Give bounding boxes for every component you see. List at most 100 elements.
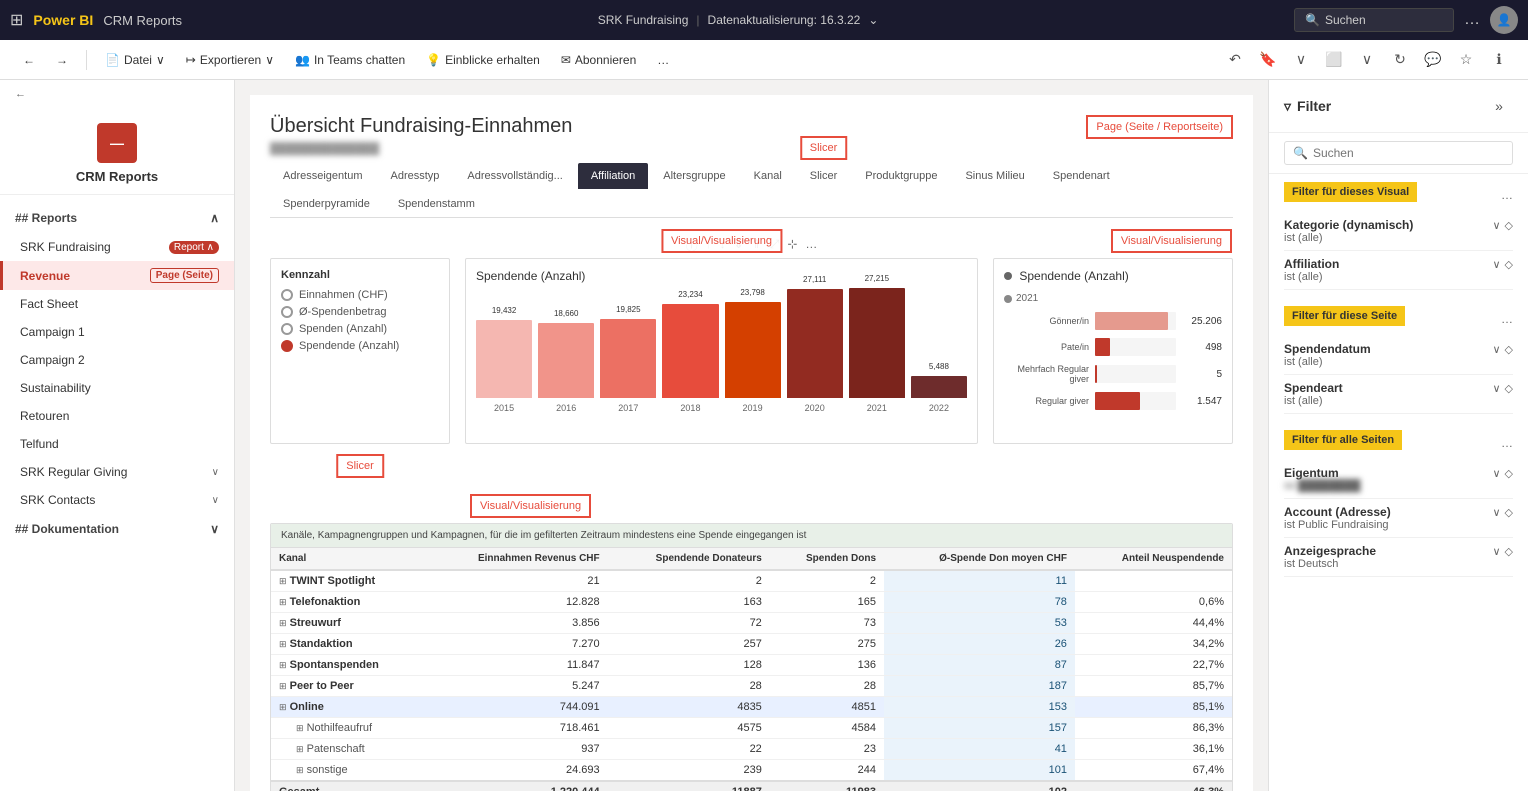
filter-search-box[interactable]: 🔍 bbox=[1284, 141, 1513, 165]
table-row[interactable]: ⊞ Nothilfeaufruf718.4614575458415786,3% bbox=[271, 718, 1232, 739]
bar-wrap-2016[interactable]: 18,660 2016 bbox=[538, 323, 594, 413]
bar-2020[interactable]: 27,111 bbox=[787, 289, 843, 398]
toolbar-more-button[interactable]: … bbox=[649, 49, 677, 71]
kpi-option-einnahmen[interactable]: Einnahmen (CHF) bbox=[281, 289, 439, 301]
clear-icon[interactable]: ◇ bbox=[1505, 545, 1513, 558]
sidebar-item-srk-contacts[interactable]: SRK Contacts ∨ bbox=[0, 486, 234, 514]
global-search-box[interactable]: 🔍 Suchen bbox=[1294, 8, 1454, 32]
bar-wrap-2019[interactable]: 23,798 2019 bbox=[725, 302, 781, 413]
table-row[interactable]: ⊞ Standaktion7.2702572752634,2% bbox=[271, 634, 1232, 655]
chevron-down-icon[interactable]: ∨ bbox=[1492, 467, 1500, 480]
slicer-tab-altersgruppe[interactable]: Altersgruppe bbox=[650, 163, 738, 189]
export-button[interactable]: ↦ Exportieren ∨ bbox=[178, 49, 282, 71]
sidebar-item-retouren[interactable]: Retouren bbox=[0, 402, 234, 430]
bar-2019[interactable]: 23,798 bbox=[725, 302, 781, 398]
more-icon-all[interactable]: … bbox=[1501, 436, 1513, 450]
table-col-5[interactable]: Anteil Neuspendende bbox=[1075, 548, 1232, 570]
slicer-tab-sinus[interactable]: Sinus Milieu bbox=[952, 163, 1037, 189]
sidebar-section-dokumentation[interactable]: ## Dokumentation ∨ bbox=[0, 514, 234, 544]
table-row[interactable]: ⊞ Telefonaktion12.828163165780,6% bbox=[271, 592, 1232, 613]
sidebar-section-reports[interactable]: ## Reports ∧ bbox=[0, 203, 234, 233]
table-col-3[interactable]: Spenden Dons bbox=[770, 548, 884, 570]
info-button[interactable]: ℹ bbox=[1485, 46, 1513, 74]
clear-icon[interactable]: ◇ bbox=[1505, 343, 1513, 356]
table-row[interactable]: ⊞ Streuwurf3.85672735344,4% bbox=[271, 613, 1232, 634]
slicer-tab-produktgruppe[interactable]: Produktgruppe bbox=[852, 163, 950, 189]
subscribe-button[interactable]: ✉ Abonnieren bbox=[553, 49, 644, 71]
bar-wrap-2017[interactable]: 19,825 2017 bbox=[600, 319, 656, 413]
chevron-down-icon[interactable]: ∨ bbox=[1492, 343, 1500, 356]
chevron-down-icon-btn2[interactable]: ∨ bbox=[1353, 46, 1381, 74]
more-icon[interactable]: … bbox=[1464, 11, 1480, 29]
table-col-0[interactable]: Kanal bbox=[271, 548, 425, 570]
bar-wrap-2021[interactable]: 27,215 2021 bbox=[849, 288, 905, 413]
slicer-tab-adressvoll[interactable]: Adressvollständig... bbox=[454, 163, 575, 189]
fullscreen-button[interactable]: ⬜ bbox=[1320, 46, 1348, 74]
bar-2015[interactable]: 19,432 bbox=[476, 320, 532, 398]
table-col-1[interactable]: Einnahmen Revenus CHF bbox=[425, 548, 608, 570]
bookmark-button[interactable]: 🔖 bbox=[1254, 46, 1282, 74]
bar-2017[interactable]: 19,825 bbox=[600, 319, 656, 398]
hbar-item-Regular-giver[interactable]: Regular giver 1.547 bbox=[1004, 392, 1222, 410]
chevron-down-icon[interactable]: ∨ bbox=[1492, 545, 1500, 558]
filter-icon[interactable]: ⊹ bbox=[787, 237, 797, 254]
hbar-item-Pate/in[interactable]: Pate/in 498 bbox=[1004, 338, 1222, 356]
slicer-tab-adresseigentum[interactable]: Adresseigentum bbox=[270, 163, 376, 189]
table-row[interactable]: ⊞ Patenschaft93722234136,1% bbox=[271, 739, 1232, 760]
kpi-option-spenden-anzahl[interactable]: Spenden (Anzahl) bbox=[281, 323, 439, 335]
slicer-tab-affiliation[interactable]: Affiliation bbox=[578, 163, 648, 189]
more-icon-page[interactable]: … bbox=[1501, 312, 1513, 326]
bar-wrap-2020[interactable]: 27,111 2020 bbox=[787, 289, 843, 413]
sidebar-item-sustainability[interactable]: Sustainability bbox=[0, 374, 234, 402]
table-row[interactable]: ⊞ Spontanspenden11.8471281368722,7% bbox=[271, 655, 1232, 676]
slicer-tab-slicer[interactable]: Slicer Slicer bbox=[797, 163, 851, 189]
chevron-down-icon[interactable]: ∨ bbox=[1492, 382, 1500, 395]
slicer-tab-spenderpyramide[interactable]: Spenderpyramide bbox=[270, 191, 383, 217]
table-col-4[interactable]: Ø-Spende Don moyen CHF bbox=[884, 548, 1075, 570]
bar-wrap-2015[interactable]: 19,432 2015 bbox=[476, 320, 532, 413]
slicer-tab-adresstyp[interactable]: Adresstyp bbox=[378, 163, 453, 189]
clear-icon[interactable]: ◇ bbox=[1505, 258, 1513, 271]
kpi-option-spendenbetrag[interactable]: Ø-Spendenbetrag bbox=[281, 306, 439, 318]
bar-2016[interactable]: 18,660 bbox=[538, 323, 594, 398]
slicer-tab-spendenart[interactable]: Spendenart bbox=[1040, 163, 1123, 189]
back-nav-button[interactable]: ← bbox=[15, 49, 43, 71]
bar-2022[interactable]: 5,488 bbox=[911, 376, 967, 398]
undo-button[interactable]: ↶ bbox=[1221, 46, 1249, 74]
table-col-2[interactable]: Spendende Donateurs bbox=[608, 548, 770, 570]
filter-collapse-button[interactable]: » bbox=[1485, 92, 1513, 120]
grid-icon[interactable]: ⊞ bbox=[10, 10, 23, 30]
sidebar-item-srk-fundraising[interactable]: SRK Fundraising Report ∧ bbox=[0, 233, 234, 261]
clear-icon[interactable]: ◇ bbox=[1505, 219, 1513, 232]
chevron-down-icon-btn[interactable]: ∨ bbox=[1287, 46, 1315, 74]
kpi-option-spendende-anzahl[interactable]: Spendende (Anzahl) bbox=[281, 340, 439, 352]
teams-button[interactable]: 👥 In Teams chatten bbox=[287, 49, 413, 71]
hbar-item-Mehrfach-Regular-giver[interactable]: Mehrfach Regular giver 5 bbox=[1004, 364, 1222, 384]
clear-icon[interactable]: ◇ bbox=[1505, 506, 1513, 519]
filter-search-input[interactable] bbox=[1313, 146, 1504, 160]
sidebar-item-revenue[interactable]: Revenue Page (Seite) bbox=[0, 261, 234, 290]
table-row[interactable]: ⊞ sonstige24.69323924410167,4% bbox=[271, 760, 1232, 782]
chevron-down-icon[interactable]: ∨ bbox=[1492, 219, 1500, 232]
table-row[interactable]: ⊞ Peer to Peer5.247282818785,7% bbox=[271, 676, 1232, 697]
refresh-button[interactable]: ↻ bbox=[1386, 46, 1414, 74]
hbar-item-Gönner/in[interactable]: Gönner/in 25.206 bbox=[1004, 312, 1222, 330]
sidebar-item-campaign2[interactable]: Campaign 2 bbox=[0, 346, 234, 374]
sidebar-item-fact-sheet[interactable]: Fact Sheet bbox=[0, 290, 234, 318]
sidebar-item-telfund[interactable]: Telfund bbox=[0, 430, 234, 458]
clear-icon[interactable]: ◇ bbox=[1505, 467, 1513, 480]
chevron-down-icon[interactable]: ∨ bbox=[1492, 258, 1500, 271]
more-ctrl-icon[interactable]: … bbox=[805, 237, 817, 254]
table-row[interactable]: ⊞ TWINT Spotlight212211 bbox=[271, 570, 1232, 592]
more-icon[interactable]: … bbox=[1501, 188, 1513, 202]
bar-wrap-2018[interactable]: 23,234 2018 bbox=[662, 304, 718, 413]
chevron-icon[interactable]: ⌄ bbox=[868, 13, 878, 27]
slicer-tab-kanal[interactable]: Kanal bbox=[741, 163, 795, 189]
bar-2021[interactable]: 27,215 bbox=[849, 288, 905, 398]
user-avatar[interactable]: 👤 bbox=[1490, 6, 1518, 34]
clear-icon[interactable]: ◇ bbox=[1505, 382, 1513, 395]
bar-wrap-2022[interactable]: 5,488 2022 bbox=[911, 376, 967, 413]
chevron-down-icon[interactable]: ∨ bbox=[1492, 506, 1500, 519]
bar-2018[interactable]: 23,234 bbox=[662, 304, 718, 398]
star-button[interactable]: ☆ bbox=[1452, 46, 1480, 74]
